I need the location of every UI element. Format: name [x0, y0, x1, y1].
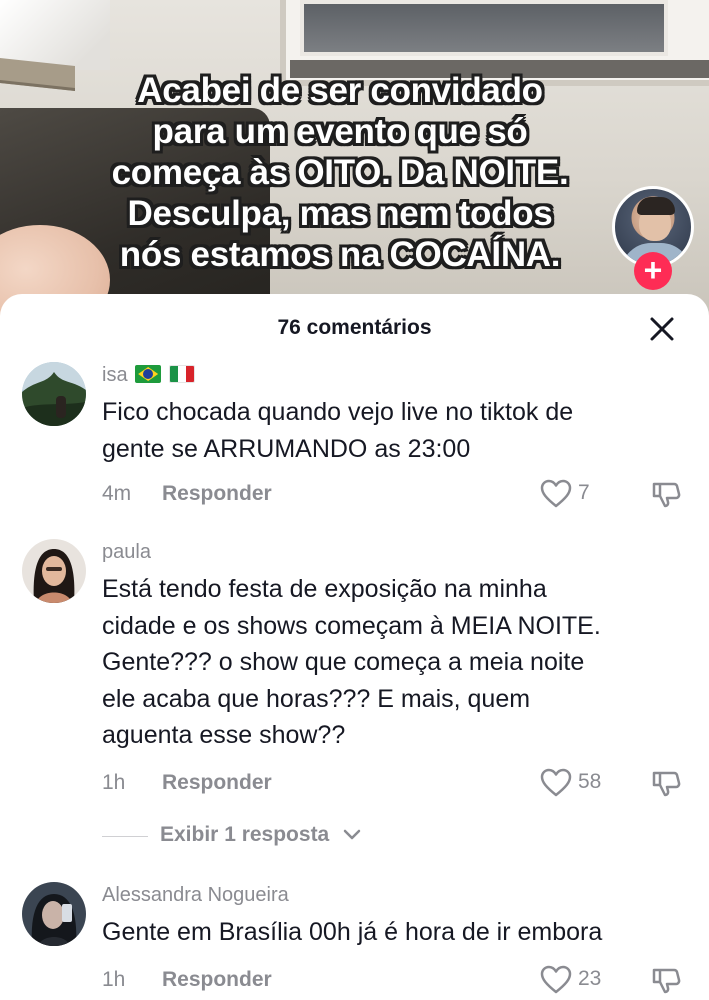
comment-time: 1h [102, 968, 126, 991]
reply-button[interactable]: Responder [162, 968, 272, 992]
avatar-photo [22, 882, 86, 946]
view-replies-label: Exibir 1 resposta [160, 823, 330, 846]
tiktok-screen: Acabei de ser convidado para um evento q… [0, 0, 709, 1000]
comment-item: paula Está tendo festa de exposição na m… [0, 539, 709, 859]
comment-time: 4m [102, 482, 132, 505]
comment-line: cidade e os shows começam à MEIA NOITE. [102, 611, 601, 640]
avatar[interactable] [22, 539, 86, 603]
thumbs-down-icon [652, 771, 681, 797]
italy-flag-icon [168, 365, 195, 383]
like-count: 7 [578, 481, 590, 504]
reply-button[interactable]: Responder [162, 482, 272, 506]
view-replies-button[interactable]: Exibir 1 resposta [102, 823, 402, 851]
comment-meta: 1h Responder [102, 968, 272, 992]
comment-username[interactable]: isa [102, 364, 195, 387]
comment-line: Gente em Brasília 00h já é hora de ir em… [102, 918, 603, 946]
username-text: isa [102, 364, 128, 386]
heart-icon [540, 479, 572, 508]
reply-button[interactable]: Responder [162, 771, 272, 795]
comment-line: gente se ARRUMANDO as 23:00 [102, 434, 471, 463]
comment-item: isa Fico chocada quando vejo live no tik… [0, 362, 709, 522]
caption-line: para um evento que só [152, 112, 528, 151]
username-text: Alessandra Nogueira [102, 884, 289, 906]
like-button[interactable]: 7 [540, 479, 620, 509]
dislike-button[interactable] [650, 478, 682, 510]
avatar[interactable] [22, 362, 86, 426]
heart-icon [540, 768, 572, 797]
comment-username[interactable]: paula [102, 541, 151, 564]
comment-text: Gente em Brasília 00h já é hora de ir em… [102, 914, 682, 951]
comment-line: ele acaba que horas??? E mais, quem [102, 684, 531, 713]
video-player[interactable]: Acabei de ser convidado para um evento q… [0, 0, 709, 320]
thumbs-down-icon [652, 968, 681, 994]
dislike-button[interactable] [650, 964, 682, 996]
video-window-glass [300, 0, 668, 56]
comment-line: aguenta esse show?? [102, 721, 346, 749]
comment-line: Fico chocada quando vejo live no tiktok … [102, 398, 574, 426]
comment-meta: 1h Responder [102, 771, 272, 795]
chevron-down-icon [343, 829, 361, 840]
heart-icon [540, 965, 572, 994]
follow-button[interactable]: + [634, 252, 672, 290]
comments-count-title: 76 comentários [277, 316, 432, 339]
like-button[interactable]: 58 [540, 768, 620, 798]
comment-line: Gente??? o show que começa a meia noite [102, 648, 585, 676]
comment-text: Fico chocada quando vejo live no tiktok … [102, 394, 682, 467]
avatar-photo [22, 539, 86, 603]
comment-line: Está tendo festa de exposição na minha [102, 575, 547, 603]
brazil-flag-icon [135, 365, 162, 383]
like-count: 23 [578, 967, 602, 990]
caption-line: nós estamos na COCAÍNA. [119, 235, 561, 274]
avatar-photo [22, 362, 86, 426]
caption-line: Acabei de ser convidado [137, 71, 543, 110]
close-button[interactable] [645, 312, 679, 346]
video-caption-overlay: Acabei de ser convidado para um evento q… [40, 70, 640, 275]
comment-username[interactable]: Alessandra Nogueira [102, 884, 289, 907]
replies-divider [102, 836, 148, 837]
comments-header: 76 comentários [0, 294, 709, 362]
comment-meta: 4m Responder [102, 482, 272, 506]
comment-time: 1h [102, 771, 126, 794]
close-icon [650, 317, 674, 341]
comment-item: Alessandra Nogueira Gente em Brasília 00… [0, 882, 709, 1000]
caption-line: começa às OITO. Da NOITE. [111, 153, 569, 192]
like-count: 58 [578, 770, 602, 793]
username-text: paula [102, 541, 151, 563]
dislike-button[interactable] [650, 767, 682, 799]
avatar[interactable] [22, 882, 86, 946]
thumbs-down-icon [652, 482, 681, 508]
like-button[interactable]: 23 [540, 965, 620, 995]
avatar-hair [637, 197, 675, 215]
comment-text: Está tendo festa de exposição na minha c… [102, 571, 682, 754]
comments-sheet: 76 comentários isa Fico chocada quando v… [0, 294, 709, 1000]
caption-line: Desculpa, mas nem todos [127, 194, 553, 233]
